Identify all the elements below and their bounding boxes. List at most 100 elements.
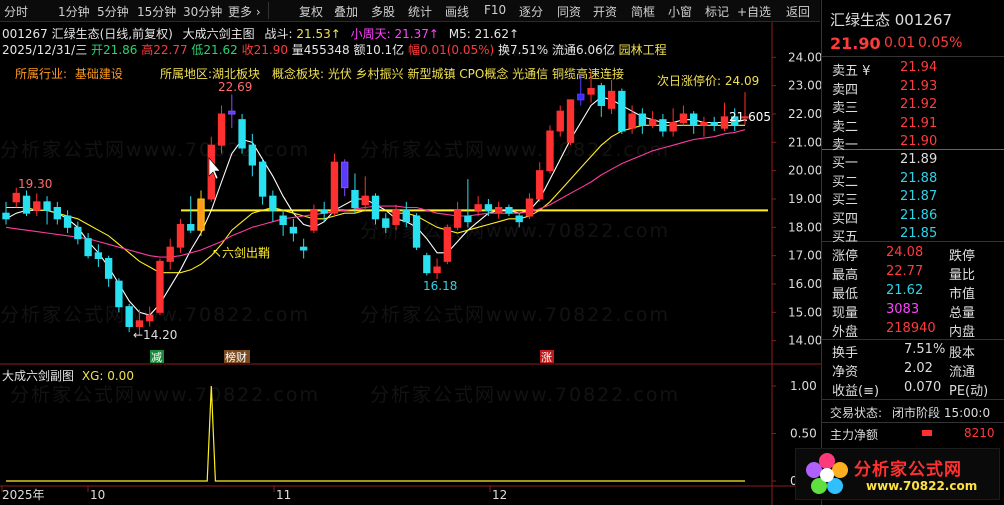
candle-body (146, 314, 154, 322)
candle-body (474, 204, 482, 211)
ask-row: 卖四 21.93 (822, 77, 1004, 98)
bid-row: 买四 21.86 (822, 206, 1004, 227)
y-tick-label: 23.00 (788, 79, 821, 93)
candle-body (402, 209, 410, 223)
candle-body (494, 207, 503, 214)
candle-body (258, 161, 267, 197)
y-tick-label: 20.00 (788, 164, 821, 178)
candle-body (371, 195, 380, 220)
candle-body (628, 113, 636, 129)
bid-row: 买一 21.89 (822, 150, 1004, 171)
main-net-value: 8210 (964, 426, 995, 440)
candle-body (135, 320, 144, 328)
candle-body (433, 266, 441, 274)
quote-price-row: 21.90 0.01 0.05% (822, 32, 1004, 54)
y-tick-label: 22.00 (788, 107, 821, 121)
quote-title: 汇绿生态 001267 (830, 11, 953, 29)
x-tick-label: 2025年 (2, 488, 45, 502)
bid-row: 买五 21.85 (822, 224, 1004, 245)
badge-reduce: 减 (151, 351, 162, 364)
candle-body (443, 226, 452, 262)
candle-body (720, 116, 729, 129)
ask-price: 21.94 (900, 60, 938, 75)
stat-value: 22.77 (886, 264, 924, 279)
trade-status-value: 闭市阶段 15:00:0 (892, 406, 991, 420)
candle-body (43, 201, 51, 211)
stat-row: 最高 22.77 量比 (822, 262, 1004, 283)
main-net-bar (922, 430, 932, 436)
sub-y-tick-label: 0.50 (790, 427, 817, 441)
quote-title-row: 汇绿生态 001267 (822, 7, 1004, 29)
y-tick-label: 17.00 (788, 249, 821, 263)
bid-price: 21.88 (900, 170, 938, 186)
annotation-high-1: 19.30 (18, 177, 52, 191)
candle-body (689, 113, 698, 126)
annotation-high-2: 22.69 (218, 80, 252, 94)
stat-value: 24.08 (886, 245, 924, 260)
candle-body (484, 204, 493, 211)
candle-body (320, 209, 328, 214)
candle-body (361, 195, 369, 206)
x-tick-label: 12 (492, 488, 507, 502)
candle-body (700, 122, 708, 126)
annotation-signal: ↖六剑出鞘 (212, 245, 270, 260)
y-tick-label: 14.00 (788, 334, 821, 348)
stat-value: 218940 (886, 321, 936, 336)
candle-body (104, 258, 113, 279)
candle-body (566, 99, 575, 143)
candle-body (12, 192, 20, 203)
stat-key-2: 内盘 (949, 325, 976, 340)
stat2-row: 收益(≡) 0.070 PE(动) (822, 378, 1004, 399)
annotation-low-2: 16.18 (423, 279, 457, 293)
candle-body (2, 212, 10, 220)
bid-price: 21.87 (900, 189, 938, 204)
candle-body (341, 161, 349, 189)
candle-body (710, 122, 718, 126)
kline-chart[interactable]: 24.00 23.00 22.00 21.00 20.00 19.00 18.00 17.00… (0, 0, 821, 505)
candle-body (74, 226, 82, 240)
x-tick-label: 10 (90, 488, 105, 502)
candle-body (22, 195, 31, 214)
candle-body (556, 110, 564, 132)
x-tick-label: 11 (276, 488, 291, 502)
candle-body (187, 224, 195, 231)
ask-price: 21.90 (900, 134, 938, 149)
bid-price: 21.86 (900, 207, 938, 223)
candle-body (423, 255, 431, 274)
candle-body (94, 252, 103, 259)
candle-body (330, 161, 339, 214)
candle-body (659, 119, 667, 132)
stat2-value: 7.51% (904, 342, 946, 357)
y-tick-label: 24.00 (788, 50, 821, 64)
ask-price: 21.92 (900, 97, 938, 112)
candle-body (228, 110, 236, 115)
xg-line (6, 385, 745, 482)
candle-body (607, 90, 616, 109)
stat2-value: 2.02 (904, 361, 933, 376)
bid-price: 21.85 (900, 226, 938, 241)
trade-status-row: 交易状态: 闭市阶段 15:00:0 (822, 402, 1004, 422)
price-pct: 0.05% (918, 35, 963, 51)
logo-url: www.70822.com (866, 479, 978, 493)
ask-row: 卖五 ¥21.94 (822, 58, 1004, 79)
stat-key: 外盘 (832, 325, 859, 340)
price-change: 0.01 (884, 35, 916, 51)
candle-body (53, 207, 62, 220)
candle-body (577, 93, 585, 101)
bid-row: 买二 21.88 (822, 169, 1004, 190)
stat2-key-2: PE(动) (949, 384, 989, 399)
y-tick-label: 16.00 (788, 277, 821, 291)
candle-body (638, 113, 647, 126)
candle-body (279, 215, 287, 225)
sub-y-tick-label: 1.00 (790, 379, 817, 393)
stat2-value: 0.070 (904, 380, 942, 395)
stat-value: 21.62 (886, 283, 924, 298)
site-logo: 分析家公式网 www.70822.com (795, 448, 1000, 500)
candle-body (166, 246, 174, 262)
bid-price: 21.89 (900, 152, 938, 167)
candle-body (546, 130, 554, 172)
ask-price: 21.91 (900, 115, 938, 131)
candle-body (412, 215, 421, 248)
main-net-label: 主力净额 (830, 428, 879, 442)
candle-body (536, 170, 544, 200)
